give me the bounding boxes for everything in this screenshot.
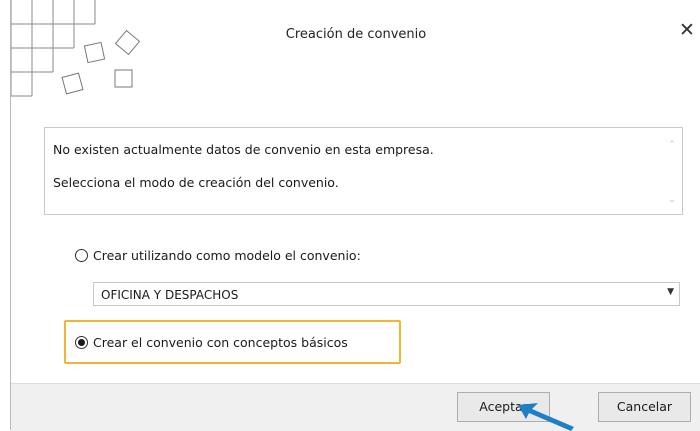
grid-squares-logo-icon [11,0,141,97]
basic-radio-label: Crear el convenio con conceptos básicos [93,335,348,350]
option-basic-row[interactable]: Crear el convenio con conceptos básicos [75,335,348,350]
scroll-down-icon[interactable]: ⌄ [666,194,678,206]
message-box: No existen actualmente datos de convenio… [44,127,683,215]
message-line-2: Selecciona el modo de creación del conve… [53,175,339,190]
template-radio[interactable] [75,249,88,262]
cancel-button[interactable]: Cancelar [598,392,691,422]
option-template-row[interactable]: Crear utilizando como modelo el convenio… [75,248,361,263]
dialog-title: Creación de convenio [285,27,427,42]
close-icon[interactable]: ✕ [678,20,696,40]
pointer-arrow-icon [518,403,574,431]
dialog-footer: Aceptar Cancelar [11,383,700,431]
template-select-value: OFICINA Y DESPACHOS [101,288,239,302]
template-select[interactable]: OFICINA Y DESPACHOS ▼ [93,282,680,306]
template-radio-label: Crear utilizando como modelo el convenio… [93,248,361,263]
message-line-1: No existen actualmente datos de convenio… [53,142,434,157]
chevron-down-icon[interactable]: ▼ [667,287,674,297]
basic-radio[interactable] [75,336,88,349]
dialog-window: Creación de convenio ✕ No existen actual… [10,0,700,431]
scroll-up-icon[interactable]: ⌃ [666,139,678,151]
